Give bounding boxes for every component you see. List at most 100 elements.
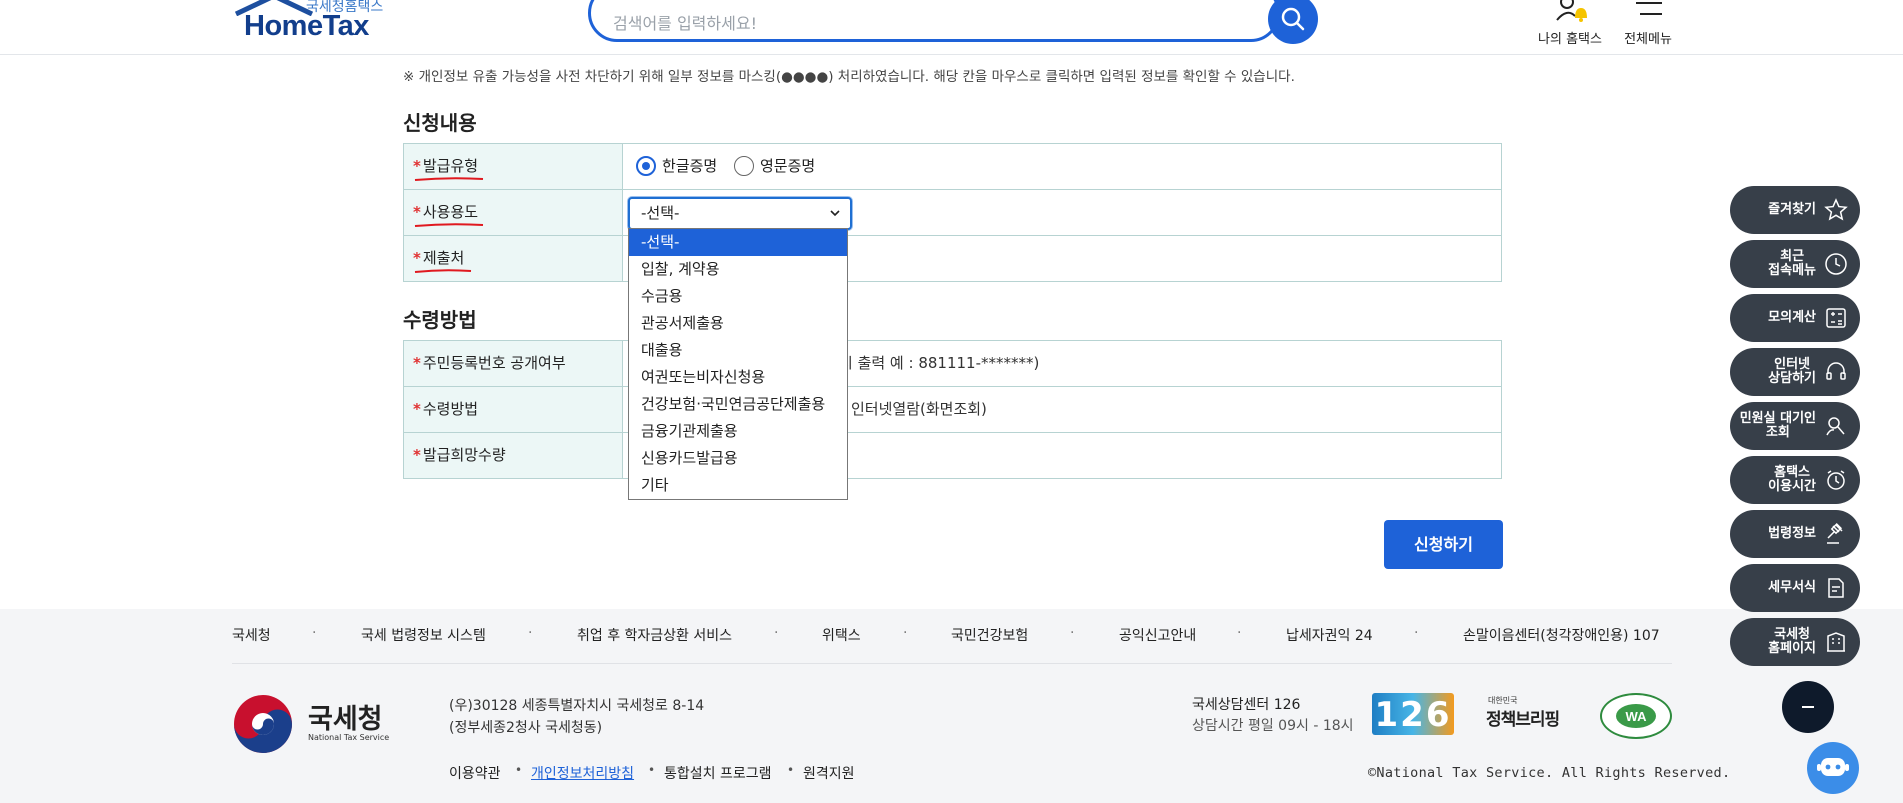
- my-hometax-button[interactable]: 나의 홈택스: [1535, 0, 1605, 50]
- footer-separator: ·: [1414, 625, 1419, 641]
- side-menu-label: 민원실 대기인 조회: [1739, 411, 1816, 440]
- svg-text:WA: WA: [1626, 709, 1648, 724]
- document-icon: [1828, 578, 1844, 598]
- dropdown-option[interactable]: 수금용: [629, 283, 847, 310]
- terms-link[interactable]: 이용약관: [449, 763, 501, 783]
- side-recent-menu-button[interactable]: 최근 접속메뉴: [1730, 240, 1860, 288]
- english-cert-radio[interactable]: [734, 156, 754, 176]
- side-menu-label: 모의계산: [1768, 310, 1816, 325]
- footer-link[interactable]: 국세 법령정보 시스템: [361, 625, 486, 645]
- application-table: * 발급유형 한글증명 영문증명 * 사용용도 -선택- * 제출처: [403, 143, 1502, 282]
- my-hometax-label: 나의 홈택스: [1538, 32, 1602, 47]
- collapse-side-menu-button[interactable]: [1782, 681, 1834, 733]
- side-usage-hours-button[interactable]: 홈택스 이용시간: [1730, 456, 1860, 504]
- dropdown-option[interactable]: 관공서제출용: [629, 310, 847, 337]
- quantity-header: * 발급희망수량: [404, 433, 623, 478]
- search-box: [588, 0, 1280, 42]
- required-mark: *: [413, 249, 421, 267]
- dropdown-option[interactable]: 대출용: [629, 337, 847, 364]
- footer-link[interactable]: 국세청: [232, 625, 271, 645]
- search-input[interactable]: [613, 8, 1213, 38]
- footer-link[interactable]: 공익신고안내: [1119, 625, 1196, 645]
- privacy-policy-link[interactable]: 개인정보처리방침: [531, 763, 634, 783]
- apply-button[interactable]: 신청하기: [1384, 520, 1503, 569]
- footer-separator: ·: [903, 625, 908, 641]
- address-line2: (정부세종2청사 국세청동): [449, 720, 603, 736]
- dropdown-option[interactable]: 입찰, 계약용: [629, 256, 847, 283]
- red-annotation-underline: [414, 223, 484, 227]
- rrn-disclosure-header: * 주민등록번호 공개여부: [404, 341, 623, 386]
- side-menu-label: 최근 접속메뉴: [1768, 249, 1816, 278]
- hamburger-icon: [1636, 2, 1662, 15]
- usage-selected-value: -선택-: [641, 204, 680, 222]
- dropdown-option[interactable]: -선택-: [629, 229, 847, 256]
- footer-link[interactable]: 납세자권익 24: [1286, 625, 1373, 645]
- site-header: 국세청홈택스 HomeTax 나의 홈택스 전체메뉴: [0, 0, 1903, 55]
- side-tax-forms-button[interactable]: 세무서식: [1730, 564, 1860, 612]
- logo-title: HomeTax: [244, 10, 369, 42]
- chevron-down-icon: [830, 210, 840, 217]
- clock-icon: [1825, 253, 1847, 275]
- nts-logo[interactable]: 국세청 National Tax Service: [232, 693, 402, 757]
- side-menu-label: 인터넷 상담하기: [1768, 357, 1816, 386]
- footer-separator: ·: [1237, 625, 1242, 641]
- remote-support-link[interactable]: 원격지원: [803, 763, 855, 783]
- usage-select[interactable]: -선택-: [628, 197, 852, 230]
- side-online-consult-button[interactable]: 인터넷 상담하기: [1730, 348, 1860, 396]
- minus-icon: [1802, 706, 1814, 708]
- side-nts-homepage-button[interactable]: 국세청 홈페이지: [1730, 618, 1860, 666]
- policy-briefing-badge[interactable]: 대한민국 정책브리핑: [1486, 695, 1582, 737]
- dropdown-option[interactable]: 건강보험·국민연금공단제출용: [629, 391, 847, 418]
- gavel-icon: [1827, 522, 1843, 544]
- korean-cert-radio[interactable]: [636, 156, 656, 176]
- receipt-section-title: 수령방법: [403, 308, 477, 332]
- footer-link[interactable]: 취업 후 학자금상환 서비스: [577, 625, 732, 645]
- footer-link[interactable]: 위택스: [822, 625, 861, 645]
- dropdown-option[interactable]: 기타: [629, 472, 847, 499]
- side-simulation-button[interactable]: 모의계산: [1730, 294, 1860, 342]
- chatbot-icon: [1817, 758, 1849, 776]
- all-menu-button[interactable]: 전체메뉴: [1618, 0, 1678, 50]
- hometax-logo[interactable]: 국세청홈택스 HomeTax: [232, 0, 392, 46]
- search-button[interactable]: [1268, 0, 1318, 44]
- side-menu-label: 법령정보: [1768, 526, 1816, 541]
- english-cert-label[interactable]: 영문증명: [760, 144, 815, 189]
- footer-separator: ·: [774, 625, 779, 641]
- dropdown-option[interactable]: 여권또는비자신청용: [629, 364, 847, 391]
- receipt-method-label: 수령방법: [422, 400, 479, 418]
- korean-cert-label[interactable]: 한글증명: [662, 144, 717, 189]
- web-accessibility-mark[interactable]: WA: [1600, 693, 1672, 739]
- footer-link[interactable]: 국민건강보험: [951, 625, 1028, 645]
- badge-126[interactable]: 126: [1372, 693, 1454, 735]
- quantity-row: * 발급희망수량: [403, 433, 1502, 479]
- rrn-example-hint: 시 출력 예 : 881111-*******): [839, 354, 1040, 372]
- dropdown-option[interactable]: 금융기관제출용: [629, 418, 847, 445]
- submit-to-label: 제출처: [422, 249, 465, 267]
- headset-icon: [1826, 362, 1846, 380]
- receipt-method-option[interactable]: 인터넷열람(화면조회): [851, 387, 987, 432]
- footer-separator: •: [787, 763, 795, 777]
- red-annotation-underline: [414, 177, 484, 181]
- side-menu-label: 세무서식: [1768, 580, 1816, 595]
- footer-links: 국세청 · 국세 법령정보 시스템 · 취업 후 학자금상환 서비스 · 위택스…: [232, 625, 1672, 647]
- usage-label: 사용용도: [422, 203, 479, 221]
- taegeuk-emblem-icon: [234, 695, 292, 753]
- footer-link[interactable]: 손말이음센터(청각장애인용) 107: [1463, 625, 1660, 645]
- side-menu-label: 국세청 홈페이지: [1768, 627, 1816, 656]
- side-waiting-lookup-button[interactable]: 민원실 대기인 조회: [1730, 402, 1860, 450]
- receipt-method-header: * 수령방법: [404, 387, 623, 432]
- side-law-info-button[interactable]: 법령정보: [1730, 510, 1860, 558]
- search-icon: [1281, 7, 1305, 31]
- dropdown-option[interactable]: 신용카드발급용: [629, 445, 847, 472]
- site-footer: 국세청 · 국세 법령정보 시스템 · 취업 후 학자금상환 서비스 · 위택스…: [0, 609, 1903, 803]
- all-menu-label: 전체메뉴: [1624, 32, 1672, 47]
- required-mark: *: [413, 203, 421, 221]
- building-icon: [1827, 632, 1845, 652]
- receipt-table: * 주민등록번호 공개여부 시 출력 예 : 881111-*******) * 수…: [403, 340, 1502, 479]
- install-program-link[interactable]: 통합설치 프로그램: [664, 763, 772, 783]
- side-menu-label: 홈택스 이용시간: [1768, 465, 1816, 494]
- alarm-icon: [1827, 470, 1845, 490]
- chatbot-button[interactable]: [1807, 742, 1859, 794]
- side-favorites-button[interactable]: 즐겨찾기: [1730, 186, 1860, 234]
- footer-separator: ·: [312, 625, 317, 641]
